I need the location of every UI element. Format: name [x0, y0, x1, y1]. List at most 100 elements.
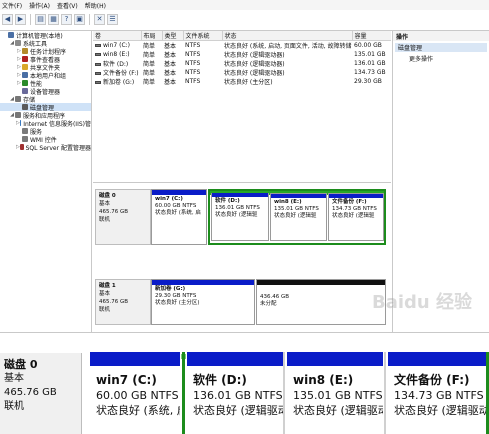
- zoom-partition-size: 135.01 GB NTFS: [293, 389, 383, 402]
- tools-icon: [15, 40, 21, 46]
- unallocated-size: 436.46 GB: [260, 294, 290, 300]
- zoom-partition-size: 60.00 GB NTFS: [96, 389, 179, 402]
- menu-file[interactable]: 文件(F): [2, 1, 22, 10]
- connect-icon[interactable]: ▣: [74, 13, 85, 25]
- zoom-partition-name: win7 (C:): [96, 373, 157, 387]
- volume-name: 软件 (D:): [93, 59, 141, 68]
- volume-table: 卷 布局 类型 文件系统 状态 容量 win7 (C:) 简单 基本 NTFS 状态良好…: [93, 31, 391, 86]
- zoom-partition-d: 软件 (D:) 136.01 GB NTFS 状态良好 (逻辑驱动: [187, 352, 283, 434]
- tree-node[interactable]: ▷ Internet 信息服务(IIS)管: [0, 119, 91, 128]
- users-icon: [22, 72, 28, 78]
- volume-capacity: 135.01 GB: [354, 51, 386, 58]
- volume-name: win7 (C:): [93, 41, 141, 51]
- partition-status: 状态良好 (主分区): [155, 300, 200, 306]
- tree-node[interactable]: ▷ 本地用户和组: [0, 71, 91, 80]
- actions-disk-management[interactable]: 磁盘管理: [395, 43, 487, 52]
- disk-0-label[interactable]: 磁盘 0 基本 465.76 GB 联机: [95, 189, 151, 245]
- help-icon[interactable]: ?: [61, 13, 72, 25]
- volume-status: 状态良好 (逻辑驱动器): [224, 70, 285, 77]
- volume-layout: 简单: [143, 43, 156, 50]
- device-icon: [22, 88, 28, 94]
- volume-filesystem: NTFS: [185, 69, 201, 76]
- partition-size: 134.73 GB NTFS: [332, 206, 377, 212]
- column-header-layout[interactable]: 布局: [141, 31, 163, 41]
- actions-selected-label: 磁盘管理: [398, 45, 423, 52]
- back-icon[interactable]: ◀: [2, 13, 13, 25]
- tree-node[interactable]: 设备管理器: [0, 87, 91, 96]
- disk-type: 基本: [99, 291, 111, 297]
- delete-icon[interactable]: ✕: [94, 13, 105, 25]
- partition-f[interactable]: 文件备份 (F:) 134.73 GB NTFS 状态良好 (逻辑驱: [328, 193, 384, 241]
- column-header-filesystem[interactable]: 文件系统: [183, 31, 223, 41]
- volume-name: 新加卷 (G:): [93, 77, 141, 86]
- volume-type: 基本: [164, 70, 177, 77]
- volume-row[interactable]: 文件备份 (F:) 简单 基本 NTFS 状态良好 (逻辑驱动器) 134.73 GB: [93, 68, 391, 77]
- column-header-status[interactable]: 状态: [222, 31, 353, 41]
- partition-g[interactable]: 新加卷 (G:) 29.30 GB NTFS 状态良好 (主分区): [151, 279, 255, 325]
- zoom-partition-f: 文件备份 (F:) 134.73 GB NTFS 状态良好 (逻辑驱动: [388, 352, 486, 434]
- volume-layout: 简单: [143, 70, 156, 77]
- logical-drive-bar: [388, 352, 486, 366]
- volume-name: 文件备份 (F:): [93, 68, 141, 77]
- logical-drive-bar: [187, 352, 283, 366]
- disk-status: 联机: [99, 307, 111, 313]
- unallocated-space[interactable]: 436.46 GB 未分配: [256, 279, 386, 325]
- tree-node[interactable]: ▷ SQL Server 配置管理器: [0, 143, 91, 152]
- forward-icon[interactable]: ▶: [15, 13, 26, 25]
- disk-1-label[interactable]: 磁盘 1 基本 465.76 GB 联机: [95, 279, 151, 325]
- performance-icon: [22, 80, 28, 86]
- actions-pane: 操作 磁盘管理 更多操作: [392, 31, 489, 332]
- storage-icon: [15, 96, 21, 102]
- menu-bar: 文件(F) 操作(A) 查看(V) 帮助(H): [0, 0, 489, 10]
- properties-icon[interactable]: ▦: [48, 13, 59, 25]
- volume-name: win8 (E:): [93, 50, 141, 59]
- volume-name-label: 文件备份 (F:): [103, 70, 139, 77]
- tree-node-label: SQL Server 配置管理器: [25, 144, 91, 152]
- more-icon[interactable]: ☰: [107, 13, 118, 25]
- partition-divider: [283, 352, 285, 434]
- volume-layout: 简单: [143, 52, 156, 59]
- console-tree-icon[interactable]: ▤: [35, 13, 46, 25]
- volume-name-label: win8 (E:): [103, 51, 130, 58]
- menu-action[interactable]: 操作(A): [29, 1, 50, 10]
- computer-icon: [8, 32, 14, 38]
- toolbar-separator: [30, 13, 31, 25]
- volume-row[interactable]: 软件 (D:) 简单 基本 NTFS 状态良好 (逻辑驱动器) 136.01 GB: [93, 59, 391, 68]
- disk-size: 465.76 GB: [99, 299, 129, 305]
- volume-filesystem: NTFS: [185, 51, 201, 58]
- volume-layout: 简单: [143, 61, 156, 68]
- unallocated-status: 未分配: [260, 301, 277, 307]
- volume-row[interactable]: win7 (C:) 简单 基本 NTFS 状态良好 (系统, 启动, 页面文件, 活动,…: [93, 41, 391, 51]
- partition-size: 29.30 GB NTFS: [155, 293, 197, 299]
- volume-capacity: 134.73 GB: [354, 69, 386, 76]
- menu-view[interactable]: 查看(V): [57, 1, 78, 10]
- column-header-volume[interactable]: 卷: [93, 31, 142, 41]
- partition-c[interactable]: win7 (C:) 60.00 GB NTFS 状态良好 (系统, 启: [151, 189, 207, 245]
- partition-name: 软件 (D:): [215, 198, 240, 204]
- partition-d[interactable]: 软件 (D:) 136.01 GB NTFS 状态良好 (逻辑驱: [211, 193, 269, 241]
- drive-icon: [95, 63, 101, 66]
- zoom-disk-size: 465.76 GB: [4, 387, 57, 398]
- volume-list: 卷 布局 类型 文件系统 状态 容量 win7 (C:) 简单 基本 NTFS 状态良好…: [93, 31, 391, 181]
- volume-table-header: 卷 布局 类型 文件系统 状态 容量: [93, 31, 391, 41]
- disk-graphical-view: 磁盘 0 基本 465.76 GB 联机 win7 (C:) 60.00 GB …: [93, 182, 391, 332]
- wmi-icon: [22, 136, 28, 142]
- zoomed-disk-view: 磁盘 0 基本 465.76 GB 联机 win7 (C:) 60.00 GB …: [0, 346, 489, 434]
- more-actions-link[interactable]: 更多操作: [393, 54, 489, 63]
- volume-type: 基本: [164, 61, 177, 68]
- menu-help[interactable]: 帮助(H): [85, 1, 106, 10]
- column-header-type[interactable]: 类型: [162, 31, 184, 41]
- partition-name: win7 (C:): [155, 196, 183, 202]
- iis-icon: [19, 120, 22, 126]
- disk-size: 465.76 GB: [99, 209, 129, 215]
- disk-status: 联机: [99, 217, 111, 223]
- volume-name-label: win7 (C:): [103, 42, 130, 49]
- partition-size: 60.00 GB NTFS: [155, 203, 197, 209]
- zoom-disk-status: 联机: [4, 401, 24, 412]
- volume-row[interactable]: 新加卷 (G:) 简单 基本 NTFS 状态良好 (主分区) 29.30 GB: [93, 77, 391, 86]
- partition-name: 文件备份 (F:): [332, 199, 367, 205]
- column-header-capacity[interactable]: 容量: [352, 31, 391, 41]
- zoom-partition-status: 状态良好 (逻辑驱动: [193, 404, 283, 417]
- partition-e[interactable]: win8 (E:) 135.01 GB NTFS 状态良好 (逻辑驱: [270, 193, 327, 241]
- volume-row[interactable]: win8 (E:) 简单 基本 NTFS 状态良好 (逻辑驱动器) 135.01 GB: [93, 50, 391, 59]
